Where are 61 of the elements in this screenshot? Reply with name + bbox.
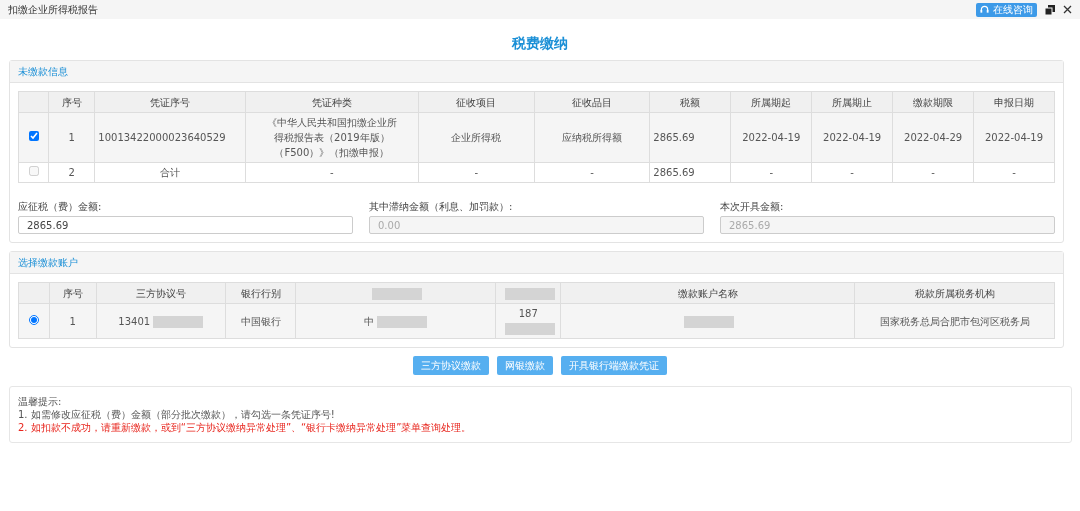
column-header: 缴款期限 [892,91,974,113]
table-cell: 2022-04-29 [892,112,974,163]
table-cell: 2865.69 [649,112,731,163]
table-cell: - [730,162,812,183]
column-header: 征收品目 [534,91,650,113]
column-header: 所属期起 [730,91,812,113]
table-cell: 187 [518,308,538,319]
panel-title: 选择缴款账户 [18,257,78,268]
checkbox[interactable] [28,131,39,141]
action-button[interactable]: 三方协议缴款 [413,356,489,375]
table-cell: 《中华人民共和国扣缴企业所得税报告表（2019年版）（F500）》（扣缴申报） [245,112,419,163]
column-header: 银行行别 [240,287,281,299]
column-header: 序号 [62,287,83,299]
table-cell: 1 [69,315,76,327]
column-header: 税额 [649,91,731,113]
field-label: 应征税（费）金额: [18,200,103,214]
column-header: 征收项目 [418,91,535,113]
column-header: 申报日期 [973,91,1055,113]
field-label: 其中滞纳金额（利息、加罚款）: [369,200,514,214]
table-cell: 2022-04-19 [973,112,1055,163]
table-cell: 合计 [94,162,246,183]
table-cell: - [973,162,1055,183]
column-header: 序号 [48,91,95,113]
table-cell: 1 [48,112,95,163]
table-cell: 10013422000023640529 [94,112,246,163]
column-header: 所属期止 [811,91,893,113]
column-header: 凭证序号 [94,91,246,113]
table-cell: 国家税务总局合肥市包河区税务局 [879,315,1030,327]
table-cell: 13401 [118,315,151,327]
page-heading: 税费缴纳 [510,34,569,53]
field-label: 本次开具金额: [720,200,785,214]
action-button[interactable]: 网银缴款 [497,356,553,375]
table-cell: 企业所得税 [418,112,535,163]
notice-text: 2. 如扣款不成功，请重新缴款，或到“三方协议缴纳异常处理”、“银行卡缴纳异常处理”菜单查询处理。 [18,421,473,434]
input-field[interactable]: 2865.69 [18,216,353,234]
table-cell: 2865.69 [649,162,731,183]
action-button[interactable]: 开具银行端缴款凭证 [561,356,667,375]
column-header: 三方协议号 [135,287,186,299]
notice-title: 温馨提示: [18,395,63,408]
radio-button[interactable] [28,314,39,325]
table-cell: 2022-04-19 [730,112,812,163]
table-cell: 2 [48,162,95,183]
panel-title: 未缴款信息 [18,66,68,77]
table-cell: 中 [364,315,375,327]
table-cell: - [245,162,419,183]
table-cell: - [418,162,535,183]
table-cell: 2022-04-19 [811,112,893,163]
column-header: 缴款账户名称 [677,287,738,299]
headset-icon [980,5,989,14]
column-header: 税款所属税务机构 [914,287,995,299]
table-cell: - [811,162,893,183]
notice-text: 1. 如需修改应征税（费）金额（部分批次缴款），请勾选一条凭证序号! [18,408,336,421]
table-cell: - [534,162,650,183]
table-cell: 中国银行 [240,315,281,327]
table-cell: - [892,162,974,183]
window-title: 扣缴企业所得税报告 [8,3,98,17]
online-help-button[interactable]: 在线咨询 [976,2,1037,17]
close-icon[interactable] [1063,5,1072,14]
column-header: 凭证种类 [245,91,419,113]
restore-icon[interactable] [1045,4,1055,15]
table-cell: 应纳税所得额 [534,112,650,163]
